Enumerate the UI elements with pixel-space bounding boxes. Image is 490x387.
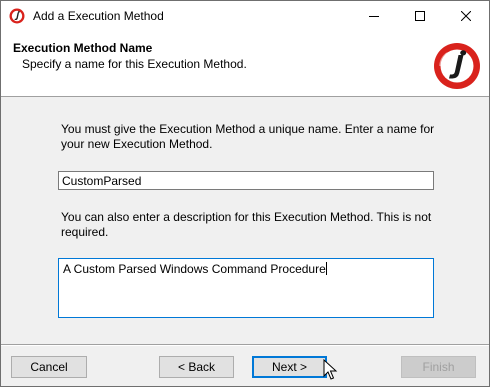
title-bar[interactable]: Add a Execution Method [1,1,489,32]
maximize-icon [415,11,425,21]
description-prompt-text: You can also enter a description for thi… [61,210,432,239]
footer-divider-highlight [1,345,489,346]
name-prompt-text: You must give the Execution Method a uni… [61,122,435,151]
brand-logo-icon [434,43,480,89]
next-button[interactable]: Next > [252,356,327,378]
app-logo-icon [9,8,25,24]
wizard-header: Execution Method Name Specify a name for… [1,32,489,97]
text-caret [325,262,327,275]
close-button[interactable] [443,1,489,31]
page-title: Execution Method Name [13,41,153,55]
description-value: A Custom Parsed Windows Command Procedur… [63,262,326,276]
mouse-pointer-icon [323,359,338,380]
back-button[interactable]: < Back [159,356,234,378]
finish-button[interactable]: Finish [401,356,476,378]
description-textarea[interactable]: A Custom Parsed Windows Command Procedur… [58,258,434,318]
minimize-button[interactable] [351,1,397,31]
maximize-button[interactable] [397,1,443,31]
page-subtitle: Specify a name for this Execution Method… [22,57,247,71]
minimize-icon [369,16,379,17]
wizard-content: You must give the Execution Method a uni… [1,98,489,344]
cancel-button[interactable]: Cancel [11,356,87,378]
dialog-window: Add a Execution Method Execution Method … [0,0,490,387]
execution-method-name-input[interactable]: CustomParsed [58,171,434,190]
window-title: Add a Execution Method [33,9,164,23]
close-icon [461,11,471,21]
